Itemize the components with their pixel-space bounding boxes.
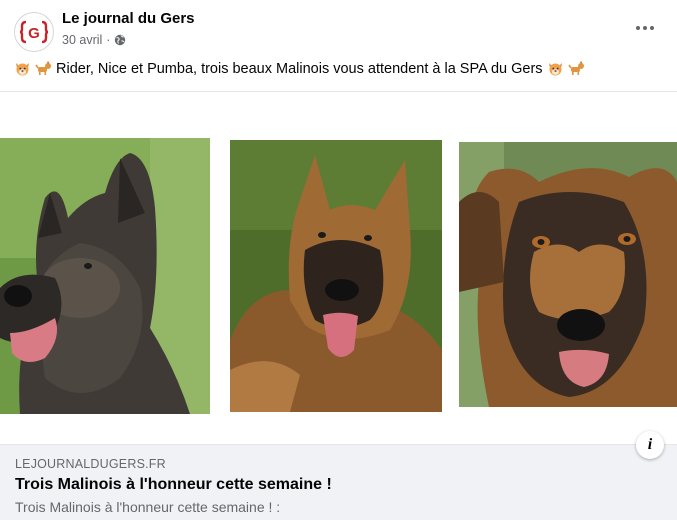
globe-icon[interactable] [114,34,126,46]
page-avatar[interactable]: G [14,12,54,52]
post-header: G Le journal du Gers 30 avril · [0,0,677,60]
post-text: Rider, Nice et Pumba, trois beaux Malino… [14,60,585,77]
dot-icon [643,26,647,30]
journal-logo-icon: G [19,20,49,44]
dog-emoji [567,60,585,77]
dot-icon [650,26,654,30]
svg-text:G: G [28,25,40,42]
link-title[interactable]: Trois Malinois à l'honneur cette semaine… [15,476,332,494]
more-options-button[interactable] [631,16,659,40]
post-caption: Rider, Nice et Pumba, trois beaux Malino… [56,60,543,77]
page-name[interactable]: Le journal du Gers [62,10,195,27]
dog-face-emoji [14,60,31,77]
meta-separator: · [106,33,111,47]
link-description: Trois Malinois à l'honneur cette semaine… [15,499,281,515]
dog-emoji [35,60,52,77]
link-preview-footer[interactable]: i LEJOURNALDUGERS.FR Trois Malinois à l'… [0,431,677,520]
link-domain: LEJOURNALDUGERS.FR [15,457,166,471]
dog-photo-rider [0,138,210,414]
post-date[interactable]: 30 avril [62,33,102,47]
dog-face-emoji [547,60,564,77]
dog-photo-nice [230,140,442,412]
link-preview-image[interactable] [0,91,677,445]
post-meta: 30 avril · [62,33,126,47]
dog-photo-pumba [459,142,677,407]
dot-icon [636,26,640,30]
info-icon[interactable]: i [636,431,664,459]
